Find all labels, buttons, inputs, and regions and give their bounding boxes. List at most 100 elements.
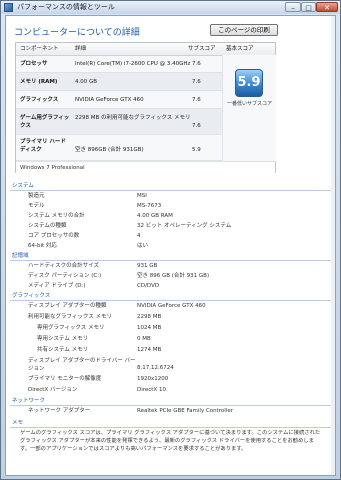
score-row-component: グラフィックス [20, 97, 59, 103]
detail-value: 4 [137, 233, 141, 239]
detail-value: CD/DVD [137, 283, 160, 289]
detail-row: システム メモリの合計 4.00 GB RAM [6, 211, 335, 221]
performance-app-icon [4, 3, 13, 12]
detail-row: ハードディスクの合計サイズ 931 GB [6, 261, 335, 271]
detail-label: ディスプレイ アダプターのドライバー バージョン [28, 358, 136, 372]
detail-value: 1920x1200 [137, 376, 169, 382]
detail-label: ディスク パーティション (C:) [28, 273, 102, 279]
detail-label: 製造元 [28, 193, 45, 199]
detail-value: はい [137, 243, 149, 249]
score-table: コンポーネント 詳細 サブスコア 基本スコア プロセッサ Intel(R) Co… [15, 42, 276, 173]
section-title: グラフィックス [12, 293, 51, 299]
score-row-processor: プロセッサ Intel(R) Core(TM) i7-2600 CPU @ 3.… [16, 55, 222, 73]
detail-value: MS-7673 [137, 203, 162, 209]
score-row-subscore: 7.6 [192, 97, 201, 103]
detail-row: 64-bit 対応 はい [6, 241, 335, 251]
detail-row: ネットワーク アダプター Realtek PCIe GBE Family Cont… [6, 406, 335, 416]
section-header-system: システム [10, 182, 332, 191]
score-row-detail: 空き 896GB (合計 931GB) [75, 147, 144, 153]
detail-value: MSI [137, 193, 147, 199]
section-header-storage: 記憶域 [10, 252, 332, 261]
detail-label: DirectX バージョン [28, 387, 78, 393]
section-title: システム [12, 183, 34, 189]
detail-row: 利用可能なグラフィックス メモリ 2298 MB [6, 312, 335, 322]
score-row-component: メモリ (RAM) [20, 79, 58, 85]
detail-value: DirectX 10 [137, 387, 166, 393]
details-content: コンピューターについての詳細 このページの印刷 コンポーネント 詳細 サブスコア… [5, 15, 336, 476]
detail-label: 共有システム メモリ [37, 347, 89, 353]
detail-value: 931 GB [137, 263, 158, 269]
detail-value: 空き 896 GB (合計 931 GB) [137, 273, 210, 279]
detail-value: 1024 MB [137, 325, 162, 331]
base-score-panel: 5.9 一番低いサブスコア [222, 55, 276, 161]
column-header-detail: 詳細 [75, 46, 87, 52]
score-row-detail: 4.00 GB [75, 79, 98, 85]
detail-label: 専用グラフィックス メモリ [37, 325, 105, 331]
score-row-gaming-graphics: ゲーム用グラフィックス 2298 MB の利用可能なグラフィックス メモリ 7.… [16, 109, 222, 135]
column-header-component: コンポーネント [20, 46, 59, 52]
detail-row: 製造元 MSI [6, 191, 335, 201]
score-row-component: プライマリ ハード ディスク [20, 139, 66, 153]
section-title: メモ [12, 420, 24, 426]
score-row-subscore: 7.6 [192, 123, 201, 129]
detail-row: ディスク パーティション (C:) 空き 896 GB (合計 931 GB) [6, 271, 335, 281]
os-edition: Windows 7 Professional [20, 165, 85, 171]
detail-value: 8.17.12.6724 [137, 365, 174, 371]
detail-label: モデル [28, 203, 45, 209]
score-row-primary-disk: プライマリ ハード ディスク 空き 896GB (合計 931GB) 5.9 [16, 135, 222, 161]
detail-value: 32 ビット オペレーティング システム [137, 223, 232, 229]
detail-label: コア プロセッサの数 [28, 233, 80, 239]
detail-row: ディスプレイ アダプターのドライバー バージョン 8.17.12.6724 [6, 356, 335, 374]
detail-label: 専用システム メモリ [37, 336, 89, 342]
score-row-subscore: 7.6 [192, 79, 201, 85]
detail-label: 64-bit 対応 [28, 243, 57, 249]
section-title: 記憶域 [12, 253, 29, 259]
window-title: パフォーマンスの情報とツール [17, 3, 115, 11]
detail-label: システムの種類 [28, 223, 67, 229]
detail-row: 共有システム メモリ 1274 MB [6, 345, 335, 355]
detail-row: コア プロセッサの数 4 [6, 231, 335, 241]
minimize-button[interactable]: – [285, 2, 301, 12]
detail-row: 専用システム メモリ 0 MB [6, 334, 335, 344]
performance-window: パフォーマンスの情報とツール – □ ✕ コンピューターについての詳細 このペー… [0, 0, 341, 480]
section-header-network: ネットワーク [10, 397, 332, 406]
score-row-subscore: 5.9 [192, 147, 201, 153]
detail-row: ディスプレイ アダプターの種類 NVIDIA GeForce GTX 460 [6, 301, 335, 311]
score-row-graphics: グラフィックス NVIDIA GeForce GTX 460 7.6 [16, 91, 222, 109]
section-title: ネットワーク [12, 398, 46, 404]
detail-value: NVIDIA GeForce GTX 460 [137, 303, 206, 309]
column-header-basescore: 基本スコア [226, 46, 254, 52]
detail-row: メディア ドライブ (D:) CD/DVD [6, 281, 335, 291]
detail-row: システムの種類 32 ビット オペレーティング システム [6, 221, 335, 231]
detail-label: システム メモリの合計 [28, 213, 85, 219]
detail-row: モデル MS-7673 [6, 201, 335, 211]
notes-text: ゲームのグラフィックス スコアは、プライマリ グラフィックス アダプターに基づい… [20, 430, 321, 452]
title-bar[interactable]: パフォーマンスの情報とツール – □ ✕ [1, 1, 340, 14]
base-score-value: 5.9 [237, 75, 261, 90]
detail-label: ハードディスクの合計サイズ [28, 263, 99, 269]
print-page-button[interactable]: このページの印刷 [210, 24, 278, 36]
detail-label: メディア ドライブ (D:) [28, 283, 86, 289]
base-score-caption: 一番低いサブスコア [226, 101, 272, 107]
scrollbar[interactable] [331, 16, 335, 475]
detail-row: 専用グラフィックス メモリ 1024 MB [6, 323, 335, 333]
maximize-button[interactable]: □ [301, 2, 316, 12]
detail-value: 0 MB [137, 336, 151, 342]
detail-row: DirectX バージョン DirectX 10 [6, 385, 335, 395]
column-header-subscore: サブスコア [188, 46, 216, 52]
score-row-component: プロセッサ [20, 61, 48, 67]
detail-value: 1274 MB [137, 347, 162, 353]
detail-value: 4.00 GB RAM [137, 213, 173, 219]
close-button[interactable]: ✕ [316, 2, 338, 12]
score-row-detail: Intel(R) Core(TM) i7-2600 CPU @ 3.40GHz [75, 61, 191, 67]
detail-row: プライマリ モニターの解像度 1920x1200 [6, 374, 335, 384]
detail-label: ネットワーク アダプター [28, 408, 91, 414]
detail-value: Realtek PCIe GBE Family Controller [137, 408, 234, 414]
os-edition-row: Windows 7 Professional [16, 161, 275, 173]
score-row-detail: NVIDIA GeForce GTX 460 [75, 97, 144, 103]
score-row-subscore: 7.6 [192, 61, 201, 67]
section-header-notes: メモ [10, 419, 332, 428]
base-score-badge: 5.9 [235, 69, 263, 97]
score-row-memory: メモリ (RAM) 4.00 GB 7.6 [16, 73, 222, 91]
score-row-component: ゲーム用グラフィックス [20, 115, 70, 129]
